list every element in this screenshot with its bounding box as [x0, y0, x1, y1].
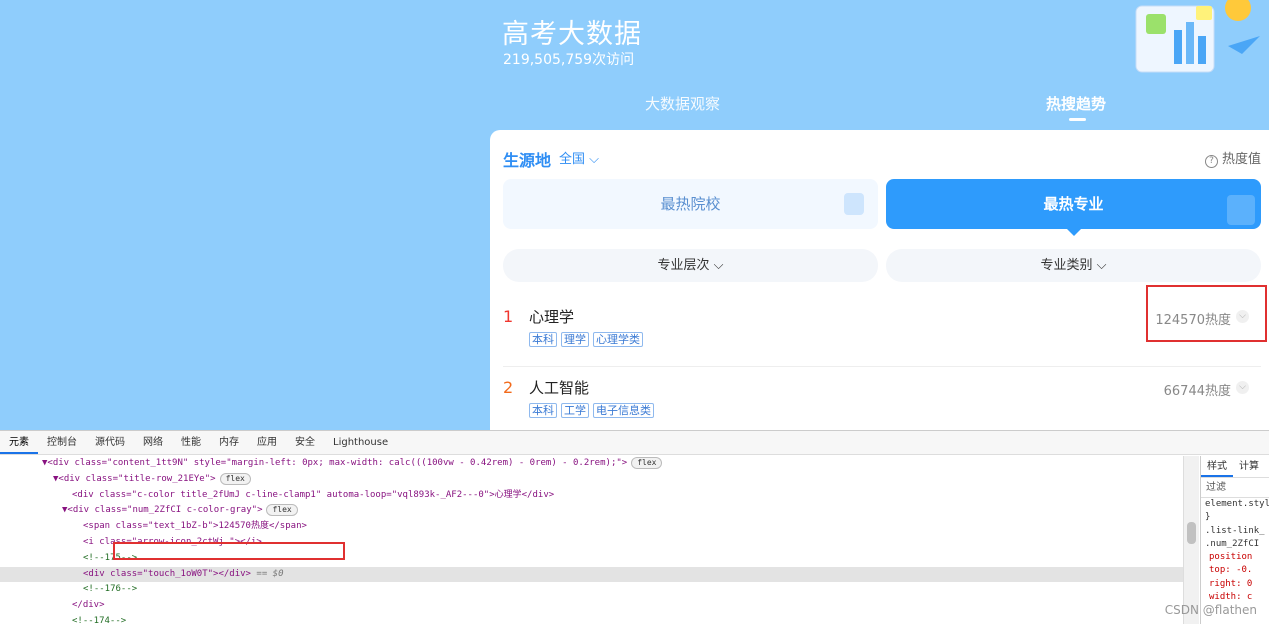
- dom-node-selected[interactable]: <div class="touch_1oW0T"></div> == $0: [0, 566, 1183, 583]
- dom-node-text: <!--174-->: [72, 615, 127, 626]
- devtools-tab-lighthouse[interactable]: Lighthouse: [324, 431, 397, 454]
- dom-node-text: <!--176-->: [83, 584, 138, 595]
- tag: 理学: [561, 332, 589, 347]
- styles-filter-input[interactable]: 过滤: [1201, 478, 1269, 498]
- devtools-tab-performance[interactable]: 性能: [172, 431, 210, 454]
- style-rule: element.style {: [1205, 499, 1269, 509]
- question-icon: ?: [1204, 155, 1218, 168]
- selected-marker: == $0: [256, 568, 284, 579]
- ranking-card: 生源地 全国 ⌵ ? 热度值 最热院校 最热专业 专业层次 ⌵ 专业类别 ⌵ 1 …: [490, 130, 1269, 430]
- dom-node-text: ▼<div class="num_2ZfCI c-color-gray">: [62, 505, 263, 516]
- devtools-tab-memory[interactable]: 内存: [210, 431, 248, 454]
- dom-node-text: </div>: [72, 600, 105, 611]
- devtools-tabs: 元素 控制台 源代码 网络 性能 内存 应用 安全 Lighthouse: [0, 431, 1269, 455]
- list-item[interactable]: 2 人工智能 本科 工学 电子信息类 66744热度 ⌵: [503, 368, 1261, 430]
- page-viewport: 高考大数据 219,505,759次访问 大数据观察 热搜趋势 生源地 全国 ⌵…: [0, 0, 1269, 430]
- devtools-tab-application[interactable]: 应用: [248, 431, 286, 454]
- style-rule: }: [1205, 512, 1211, 523]
- dom-tree-scrollbar[interactable]: [1183, 456, 1199, 624]
- tab-big-data-observation[interactable]: 大数据观察: [645, 93, 720, 114]
- tag: 电子信息类: [593, 403, 654, 418]
- tag: 本科: [529, 332, 557, 347]
- flex-badge[interactable]: flex: [266, 504, 298, 517]
- dom-node[interactable]: <div class="c-color title_2fUmJ c-line-c…: [0, 488, 1183, 504]
- chart-illustration-icon: [1135, 0, 1260, 73]
- style-property: right: 0: [1209, 578, 1253, 589]
- visit-count: 219,505,759次访问: [503, 52, 635, 68]
- devtools-tab-network[interactable]: 网络: [134, 431, 172, 454]
- devtools-tab-security[interactable]: 安全: [286, 431, 324, 454]
- dom-node[interactable]: ▼<div class="num_2ZfCI c-color-gray"> fle…: [0, 503, 1183, 519]
- style-rule: .num_2ZfCI: [1205, 538, 1260, 549]
- annotation-box: [1146, 285, 1267, 342]
- devtools-panel: 元素 控制台 源代码 网络 性能 内存 应用 安全 Lighthouse ▼<d…: [0, 430, 1269, 626]
- styles-pane: 样式 计算 过滤 element.style { } .list-link_ .…: [1200, 456, 1269, 624]
- app-title: 高考大数据: [502, 19, 642, 50]
- style-property: position: [1209, 552, 1253, 563]
- dom-tree: ▼<div class="content_1tt9N" style="margi…: [0, 456, 1183, 626]
- dom-node-text: ▼<div class="content_1tt9N" style="margi…: [42, 458, 628, 468]
- watermark: CSDN @flathen: [1164, 603, 1257, 617]
- dom-node-text: <div class="touch_1oW0T"></div>: [83, 568, 251, 579]
- tab-hot-search-trend[interactable]: 热搜趋势: [1046, 93, 1106, 114]
- flex-badge[interactable]: flex: [631, 457, 663, 469]
- dom-comment[interactable]: <!--174-->: [0, 614, 1183, 630]
- tab-computed[interactable]: 计算: [1233, 456, 1265, 477]
- school-icon: [844, 193, 864, 215]
- rank-number: 2: [503, 378, 514, 397]
- heat-value: 66744热度: [1163, 384, 1231, 399]
- major-tags: 本科 理学 心理学类: [529, 332, 643, 347]
- segment-label: 最热院校: [660, 195, 721, 213]
- segment-hot-majors[interactable]: 最热专业: [886, 179, 1261, 236]
- dom-node[interactable]: <span class="text_1bZ-b">124570热度</span>: [0, 519, 1183, 535]
- dom-node-text: <span class="text_1bZ-b">124570热度</span>: [83, 521, 307, 532]
- chevron-down-icon[interactable]: ⌵: [1236, 381, 1249, 394]
- book-icon: [1227, 195, 1255, 225]
- major-name: 心理学: [529, 308, 575, 326]
- tag: 心理学类: [593, 332, 643, 347]
- major-level-dropdown[interactable]: 专业层次 ⌵: [503, 249, 878, 282]
- style-property: top: -0.: [1209, 565, 1253, 576]
- devtools-tab-sources[interactable]: 源代码: [86, 431, 134, 454]
- annotation-box: [113, 542, 345, 560]
- scrollbar-thumb[interactable]: [1187, 522, 1196, 544]
- origin-label: 生源地: [503, 151, 552, 170]
- tag: 本科: [529, 403, 557, 418]
- dom-node[interactable]: </div>: [0, 598, 1183, 614]
- flex-badge[interactable]: flex: [219, 472, 251, 485]
- major-tags: 本科 工学 电子信息类: [529, 403, 654, 418]
- dom-comment[interactable]: <!--176-->: [0, 582, 1183, 598]
- active-tab-indicator: [1069, 118, 1086, 121]
- heat-help-button[interactable]: ? 热度值: [1204, 148, 1261, 168]
- dom-node[interactable]: ▼<div class="content_1tt9N" style="margi…: [0, 456, 1183, 472]
- styles-tabs: 样式 计算: [1201, 456, 1269, 478]
- heat-help-label: 热度值: [1221, 152, 1261, 167]
- segment-hot-colleges[interactable]: 最热院校: [503, 179, 878, 229]
- dom-node-text: <div class="c-color title_2fUmJ c-line-c…: [72, 489, 555, 500]
- major-name: 人工智能: [529, 379, 590, 397]
- tab-styles[interactable]: 样式: [1201, 456, 1233, 477]
- tag: 工学: [561, 403, 589, 418]
- style-rule: .list-link_: [1205, 525, 1265, 536]
- dom-node[interactable]: ▼<div class="title-row_21EYe"> flex: [0, 472, 1183, 488]
- rank-number: 1: [503, 307, 514, 326]
- segment-label: 最热专业: [1043, 195, 1104, 213]
- dom-node-text: ▼<div class="title-row_21EYe">: [53, 473, 216, 484]
- devtools-tab-console[interactable]: 控制台: [38, 431, 86, 454]
- devtools-tab-elements[interactable]: 元素: [0, 431, 38, 454]
- origin-select[interactable]: 全国 ⌵: [559, 148, 599, 167]
- major-category-dropdown[interactable]: 专业类别 ⌵: [886, 249, 1261, 282]
